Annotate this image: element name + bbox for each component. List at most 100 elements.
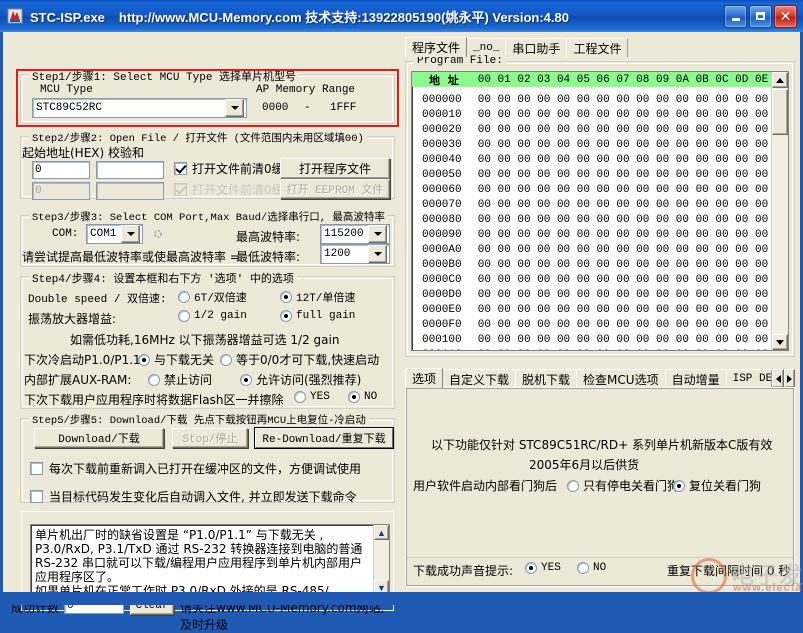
ap-end-value: 1FFF [330, 102, 356, 114]
step2-legend: Step2/步骤2: Open File / 打开文件 (文件范围内未用区域填0… [29, 130, 367, 145]
com-port-combo[interactable]: COM1 [86, 224, 143, 244]
hex-scroll-thumb[interactable] [772, 89, 788, 135]
minimize-button[interactable] [724, 5, 747, 28]
tab-program-file[interactable]: 程序文件 [405, 37, 467, 57]
close-button[interactable]: ✕ [774, 5, 797, 28]
reload-before-download-row[interactable]: 每次下载前重新调入已打开在缓冲区的文件，方便调试使用 [30, 460, 361, 477]
ap-range-dash: - [304, 102, 311, 114]
mcu-type-label: MCU Type [40, 84, 93, 96]
flash-erase-option-yes[interactable]: YES [294, 391, 330, 403]
watchdog-option-reset[interactable]: 复位关看门狗 [673, 477, 761, 494]
redownload-button-label: Re-Download/重复下载 [255, 428, 393, 448]
download-button[interactable]: Download/下载 [34, 428, 164, 448]
sound-option-yes[interactable]: YES [525, 562, 561, 574]
tab-serial-assistant[interactable]: 串口助手 [505, 38, 567, 57]
radio-sound-no[interactable] [577, 562, 589, 574]
radio-sound-yes[interactable] [525, 562, 537, 574]
tab-project-file[interactable]: 工程文件 [566, 38, 628, 57]
chevron-down-icon[interactable] [225, 99, 244, 117]
flash-erase-option-no[interactable]: NO [348, 391, 377, 403]
tab-offline-download[interactable]: 脱机下载 [515, 369, 577, 388]
hex-row: 00000000 00 00 00 00 00 00 00 00 00 00 0… [412, 92, 788, 107]
radio-watchdog-reset[interactable] [673, 480, 685, 492]
hex-view[interactable]: 地 址 00 01 02 03 04 05 06 07 08 09 0A 0B … [411, 71, 789, 351]
hex-scroll-up-button[interactable] [772, 72, 788, 88]
cold-start-option-zero[interactable]: 等于0/0才可下载,快速启动 [220, 351, 379, 368]
tabs-scroll-right-button[interactable] [784, 369, 795, 388]
tab-isp-demo[interactable]: ISP DEMO [726, 369, 773, 388]
tabs-scroll-left-button[interactable] [772, 369, 783, 388]
left-column: Step1/步骤1: Select MCU Type 选择单片机型号 MCU T… [8, 32, 398, 590]
hex-row: 00001000 00 00 00 00 00 00 00 00 00 00 0… [412, 107, 788, 122]
chevron-down-icon[interactable] [368, 245, 387, 263]
tab-auto-increment[interactable]: 自动增量 [665, 369, 727, 388]
baud-hint-label: 请尝试提高最低波特率或使最高波特率 = [22, 248, 240, 265]
chevron-up-icon [776, 78, 784, 83]
hex-row-bytes: 00 00 00 00 00 00 00 00 00 00 00 00 00 0… [478, 154, 788, 166]
radio-cold-zero[interactable] [220, 354, 232, 366]
tab-auto-increment-label: 自动增量 [672, 371, 720, 388]
mcu-type-value: STC89C52RC [33, 102, 225, 114]
mcu-type-combo[interactable]: STC89C52RC [32, 98, 247, 118]
ap-memory-range-label: AP Memory Range [256, 84, 355, 96]
radio-half-gain[interactable] [178, 310, 190, 322]
sound-option-no[interactable]: NO [577, 562, 606, 574]
cold-start-option-unrelated[interactable]: 与下载无关 [138, 351, 214, 368]
info-memo[interactable]: 单片机出厂时的缺省设置是 “P1.0/P1.1” 与下载无关 , P3.0/Rx… [30, 524, 390, 596]
chevron-down-icon[interactable] [121, 225, 140, 243]
step4-legend: Step4/步骤4: 设置本框和右下方 '选项' 中的选项 [29, 270, 297, 286]
gain-option-full[interactable]: full gain [280, 310, 355, 322]
refresh-ports-icon[interactable] [152, 228, 164, 240]
tab-check-mcu-options[interactable]: 检查MCU选项 [576, 369, 666, 388]
min-baud-combo[interactable]: 1200 [320, 244, 390, 264]
chevron-down-icon[interactable] [368, 225, 387, 243]
maximize-button[interactable] [749, 5, 772, 28]
hex-row-bytes: 00 00 00 00 00 00 00 00 00 00 00 00 00 0… [478, 319, 788, 331]
auto-reload-on-change-row[interactable]: 当目标代码发生变化后自动调入文件, 并立即发送下载命令 [30, 488, 357, 505]
max-baud-label: 最高波特率: [236, 228, 300, 245]
gain-option-half[interactable]: 1/2 gain [178, 310, 247, 322]
tab-custom-download[interactable]: 自定义下载 [442, 369, 516, 388]
hex-row: 0000D000 00 00 00 00 00 00 00 00 00 00 0… [412, 287, 788, 302]
hex-row: 00004000 00 00 00 00 00 00 00 00 00 00 0… [412, 152, 788, 167]
start-address-input[interactable]: 0 [32, 161, 90, 179]
clear-buffer-checkbox-row[interactable]: 打开文件前清0缓冲 [174, 160, 296, 177]
open-program-file-button[interactable]: 打开程序文件 [280, 158, 390, 179]
hex-row: 00002000 00 00 00 00 00 00 00 00 00 00 0… [412, 122, 788, 137]
auto-reload-on-change-checkbox[interactable] [30, 490, 43, 503]
hex-row-address: 0000D0 [412, 289, 478, 301]
double-speed-option-12t[interactable]: 12T/单倍速 [280, 289, 355, 305]
radio-flash-no[interactable] [348, 391, 360, 403]
radio-12t[interactable] [280, 291, 292, 303]
radio-watchdog-poweroff[interactable] [567, 480, 579, 492]
clear-buffer-checkbox[interactable] [174, 162, 187, 175]
info-memo-scrollbar[interactable]: ▲ ▼ [373, 525, 389, 595]
info-memo-line-3: RS-232 串口就可以下载/编程用户应用程序到单片机内部用户 [35, 556, 385, 570]
radio-flash-yes[interactable] [294, 391, 306, 403]
hex-row: 00011000 00 00 00 00 00 00 00 00 00 00 0… [412, 347, 788, 351]
radio-auxram-allow[interactable] [240, 374, 252, 386]
redownload-button[interactable]: Re-Download/重复下载 [254, 427, 394, 449]
step5-legend: Step5/步骤5: Download/下载 先点下载按钮再MCU上电复位-冷启… [29, 412, 369, 427]
hex-scroll-down-button[interactable] [772, 334, 788, 350]
tab-options[interactable]: 选项 [405, 368, 443, 388]
auxram-opt2-label: 允许访问(强烈推荐) [256, 371, 361, 388]
gain-opt2-label: full gain [296, 310, 355, 322]
watchdog-option-poweroff[interactable]: 只有停电关看门狗 [567, 477, 679, 494]
radio-cold-unrelated[interactable] [138, 354, 150, 366]
hex-row-address: 0000F0 [412, 319, 478, 331]
radio-full-gain[interactable] [280, 310, 292, 322]
com-label: COM: [52, 228, 78, 240]
max-baud-combo[interactable]: 115200 [320, 224, 390, 244]
checksum-input[interactable] [96, 161, 164, 179]
hex-view-scrollbar[interactable] [771, 72, 788, 350]
radio-auxram-deny[interactable] [148, 374, 160, 386]
scroll-up-icon[interactable]: ▲ [374, 525, 389, 540]
title-bar: STC-ISP.exehttp://www.MCU-Memory.com 技术支… [0, 0, 803, 32]
auxram-option-allow[interactable]: 允许访问(强烈推荐) [240, 371, 361, 388]
double-speed-option-6t[interactable]: 6T/双倍速 [178, 289, 247, 305]
reload-before-download-checkbox[interactable] [30, 462, 43, 475]
auxram-option-deny[interactable]: 禁止访问 [148, 371, 212, 388]
hex-row-address: 000110 [412, 349, 478, 352]
radio-6t[interactable] [178, 291, 190, 303]
